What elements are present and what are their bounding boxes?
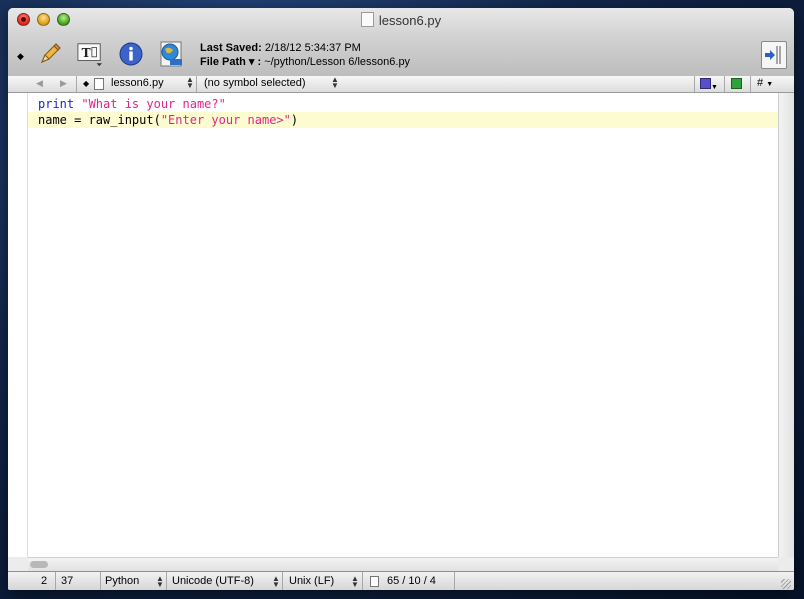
resize-grip-icon[interactable]: [781, 579, 791, 589]
divider: [55, 572, 56, 590]
file-icon: [94, 78, 104, 93]
symbol-menu-arrows-icon[interactable]: ▲ ▼: [331, 76, 339, 90]
editor-gutter: [8, 93, 28, 557]
horizontal-scrollbar[interactable]: [28, 557, 778, 571]
symbol-menu[interactable]: (no symbol selected): [204, 77, 306, 89]
unsaved-indicator-icon: ◆: [17, 51, 24, 61]
last-saved-value: 2/18/12 5:34:37 PM: [264, 42, 361, 54]
divider: [750, 76, 751, 92]
document-stats[interactable]: 65 / 10 / 4: [387, 575, 436, 587]
divider: [196, 76, 197, 92]
hash-label: #: [757, 77, 764, 89]
title-bar: lesson6.py ◆ T Last Saved: 2/18/12 5:34:…: [8, 8, 794, 77]
code-editor[interactable]: print "What is your name?" name = raw_inp…: [28, 93, 778, 557]
editor-window: lesson6.py ◆ T Last Saved: 2/18/12 5:34:…: [8, 8, 794, 590]
language-menu-arrows-icon[interactable]: ▲ ▼: [156, 575, 164, 589]
file-diamond-icon: ◆: [83, 79, 90, 88]
horizontal-scroll-thumb[interactable]: [30, 561, 48, 568]
string-token: "Enter your name>": [160, 113, 291, 127]
string-token: "What is your name?": [81, 97, 226, 111]
file-menu[interactable]: lesson6.py: [111, 77, 164, 89]
split-view-button[interactable]: [761, 41, 787, 69]
column-number[interactable]: 37: [61, 575, 73, 587]
file-info: Last Saved: 2/18/12 5:34:37 PM File Path…: [200, 41, 410, 69]
file-menu-arrows-icon[interactable]: ▲ ▼: [186, 76, 194, 90]
code-line[interactable]: name = raw_input("Enter your name>"): [28, 112, 778, 128]
window-title: lesson6.py: [8, 12, 794, 28]
svg-text:T: T: [82, 46, 91, 60]
document-icon: [360, 12, 374, 27]
vertical-scrollbar[interactable]: [778, 93, 794, 557]
divider: [454, 572, 455, 590]
text-options-icon[interactable]: T: [75, 41, 105, 67]
divider: [362, 572, 363, 590]
forward-arrow-icon[interactable]: ▶: [60, 78, 67, 89]
divider: [282, 572, 283, 590]
encoding-menu[interactable]: Unicode (UTF-8): [172, 575, 254, 587]
back-arrow-icon[interactable]: ◀: [36, 78, 43, 89]
code-line[interactable]: print "What is your name?": [28, 96, 778, 112]
language-menu[interactable]: Python: [105, 575, 139, 587]
file-path-label[interactable]: File Path ▾ :: [200, 56, 261, 68]
counterpart-icon[interactable]: [731, 78, 742, 92]
divider: [166, 572, 167, 590]
navigation-bar: ◀ ▶ ◆ lesson6.py ▲ ▼ (no symbol selected)…: [8, 76, 794, 93]
line-number[interactable]: 2: [41, 575, 47, 587]
document-stats-icon: [370, 576, 379, 590]
keyword-token: print: [38, 97, 75, 111]
preview-globe-icon[interactable]: [156, 39, 186, 69]
divider: [100, 572, 101, 590]
last-saved-label: Last Saved:: [200, 42, 262, 54]
split-view-icon: [765, 46, 781, 64]
pencil-icon[interactable]: [37, 41, 63, 67]
status-bar: 2 37 Python ▲ ▼ Unicode (UTF-8) ▲ ▼ Unix (…: [8, 571, 794, 590]
line-endings-menu[interactable]: Unix (LF): [289, 575, 334, 587]
bookmark-icon[interactable]: ▼: [700, 78, 718, 92]
divider: [694, 76, 695, 92]
file-path-value: ~/python/Lesson 6/lesson6.py: [264, 56, 411, 68]
function-menu[interactable]: # ▼: [757, 77, 773, 89]
window-title-text: lesson6.py: [378, 13, 442, 28]
line-endings-menu-arrows-icon[interactable]: ▲ ▼: [351, 575, 359, 589]
encoding-menu-arrows-icon[interactable]: ▲ ▼: [272, 575, 280, 589]
code-token: name = raw_input(: [38, 113, 161, 127]
code-token: ): [290, 113, 299, 127]
info-icon[interactable]: [118, 41, 144, 67]
divider: [76, 76, 77, 92]
divider: [724, 76, 725, 92]
